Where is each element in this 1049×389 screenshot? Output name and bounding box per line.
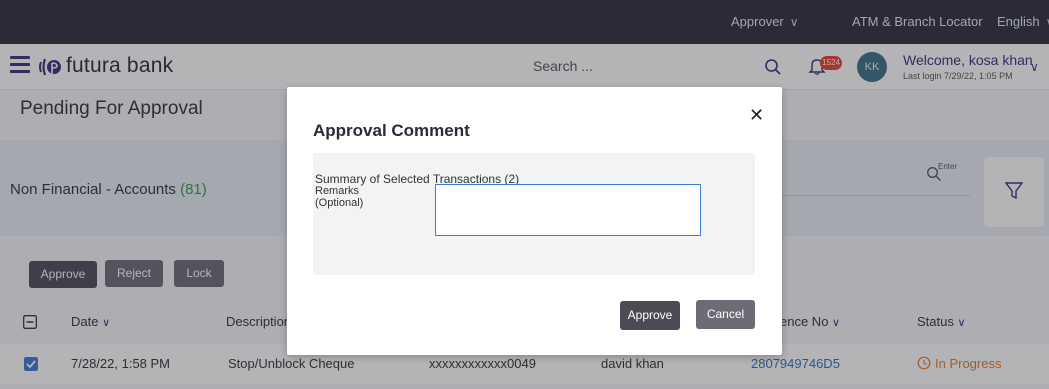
remarks-label: Remarks (Optional)	[315, 185, 363, 209]
modal-cancel-button[interactable]: Cancel	[696, 300, 755, 329]
remarks-label-text: Remarks	[315, 185, 360, 197]
remarks-optional-text: (Optional)	[315, 197, 364, 209]
close-icon[interactable]: ✕	[749, 105, 764, 126]
modal-title: Approval Comment	[313, 121, 470, 140]
modal-approve-button[interactable]: Approve	[620, 301, 680, 330]
remarks-textarea[interactable]	[435, 184, 701, 236]
